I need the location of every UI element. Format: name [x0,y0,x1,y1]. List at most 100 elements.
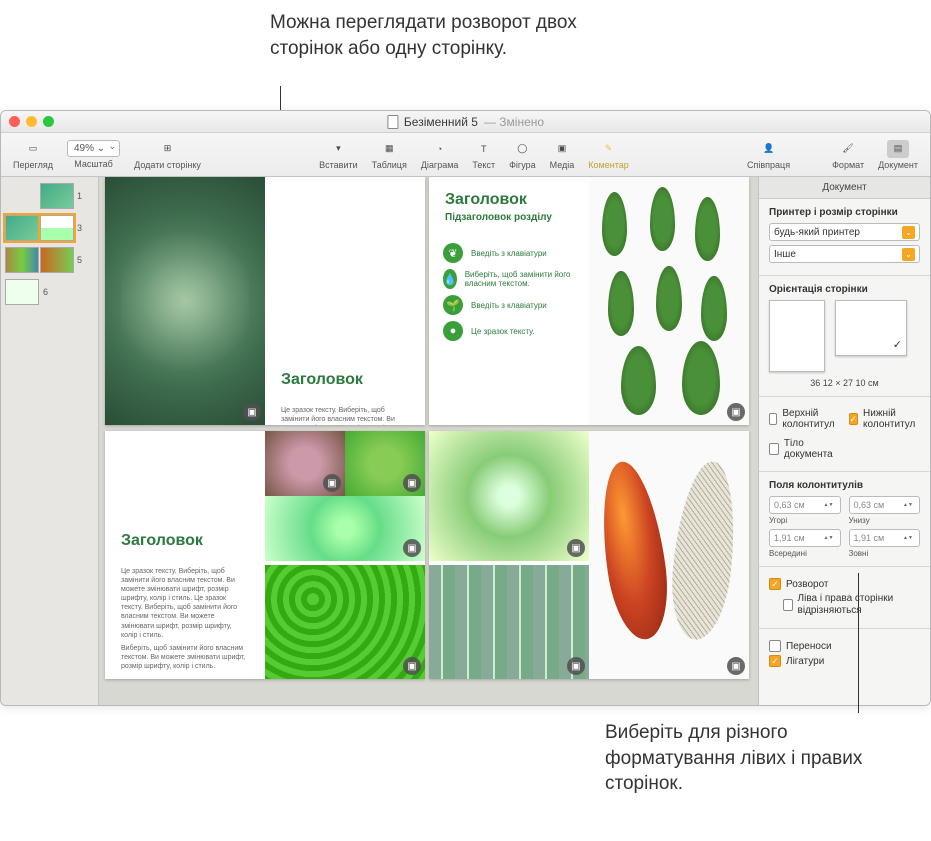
image-badge-icon[interactable]: ▣ [567,657,585,675]
select-value: Інше [774,249,796,260]
titlebar: Безіменний 5 — Змінено [1,111,930,133]
margin-bottom-input[interactable]: 0,63 см▲▼ [849,496,921,514]
text-icon: T [473,140,495,158]
checkbox-icon [769,443,779,455]
thumb-row-4[interactable]: 6 [5,279,94,305]
thumb-num: 1 [77,191,82,201]
image-badge-icon[interactable]: ▣ [727,403,745,421]
sublabel: Унизу [849,516,921,525]
heading[interactable]: Заголовок [445,191,573,209]
thumb-row-2[interactable]: 3 [5,215,94,241]
bullet-item[interactable]: ●Це зразок тексту. [443,321,575,341]
sprout-icon: 🌱 [443,295,463,315]
image-badge-icon[interactable]: ▣ [403,539,421,557]
two-leaves-image[interactable]: ▣ [589,431,749,679]
thumb-1[interactable] [40,183,74,209]
document-button[interactable]: ▤Документ [872,138,924,172]
body-text[interactable]: Це зразок тексту. Виберіть, щоб замінити… [105,567,265,640]
chart-button[interactable]: ◔Діаграма [415,138,465,172]
bullet-text: Введіть з клавіатури [471,249,547,258]
body-text[interactable]: Це зразок тексту. Виберіть, щоб замінити… [265,406,425,425]
thumb-6[interactable] [5,279,39,305]
value: 1,91 см [774,533,805,543]
inspector-tab-document[interactable]: Документ [759,177,930,199]
printer-select[interactable]: будь-який принтер ⌄ [769,223,920,241]
checkbox-icon: ✓ [769,578,781,590]
sublabel: Угорі [769,516,841,525]
page-spread-right-2[interactable]: ▣ ▣ ▣ [429,431,749,679]
orientation-portrait[interactable] [769,300,825,372]
add-page-button[interactable]: ⊞ Додати сторінку [128,138,207,172]
minimize-icon[interactable] [26,116,37,127]
leaves-image[interactable]: ▣ [589,177,749,425]
hyphenation-checkbox[interactable]: Переноси [769,640,920,652]
bullet-item[interactable]: 💧Виберіть, щоб замінити його власним тек… [443,269,575,289]
stepper-icon[interactable]: ▲▼ [903,536,915,541]
stepper-icon[interactable]: ▲▼ [824,503,836,508]
margin-top-input[interactable]: 0,63 см▲▼ [769,496,841,514]
bullet-text: Виберіть, щоб замінити його власним текс… [465,270,575,288]
thumb-row-1[interactable]: 1 [5,183,94,209]
page-spread-left-1[interactable]: ▣ Заголовок Це зразок тексту. Виберіть, … [105,177,425,425]
leaf-icon: ❦ [443,243,463,263]
canvas[interactable]: ▣ Заголовок Це зразок тексту. Виберіть, … [99,177,758,705]
callout-line [858,573,859,713]
view-button[interactable]: ▭ Перегляд [7,138,59,172]
bullet-item[interactable]: 🌱Введіть з клавіатури [443,295,575,315]
thumb-5[interactable] [40,247,74,273]
thumb-3[interactable] [40,215,74,241]
zoom-select[interactable]: 49% ⌄ Масштаб [61,138,126,172]
thumb-4[interactable] [5,247,39,273]
checkbox-icon [769,640,781,652]
image-badge-icon[interactable]: ▣ [727,657,745,675]
succulent-top-image[interactable]: ▣ [429,431,589,561]
heading[interactable]: Заголовок [121,532,249,550]
label: Розворот [786,579,829,590]
heading[interactable]: Заголовок [281,371,409,389]
image-badge-icon[interactable]: ▣ [243,403,261,421]
stepper-icon[interactable]: ▲▼ [903,503,915,508]
shape-button[interactable]: ◯Фігура [503,138,542,172]
page-size-select[interactable]: Інше ⌄ [769,245,920,263]
footer-checkbox[interactable]: ✓Нижній колонтитул [849,408,921,430]
media-button[interactable]: ▣Медіа [544,138,581,172]
ligatures-checkbox[interactable]: ✓Лігатури [769,655,920,667]
zoom-label: Масштаб [74,159,113,169]
bullet-item[interactable]: ❦ Введіть з клавіатури [443,243,575,263]
left-right-differ-checkbox[interactable]: Ліва і права сторінки відрізняються [769,593,920,617]
succulent-image[interactable]: ▣ [105,177,265,425]
close-icon[interactable] [9,116,20,127]
header-checkbox[interactable]: Верхній колонтитул [769,408,841,430]
text-button[interactable]: TТекст [466,138,501,172]
page-spread-right-1[interactable]: Заголовок Підзаголовок розділу ❦ Введіть … [429,177,749,425]
label: Коментар [588,160,628,170]
body-text[interactable]: Виберіть, щоб замінити його власним текс… [105,644,265,671]
orientation-landscape[interactable]: ✓ [835,300,907,356]
image-badge-icon[interactable]: ▣ [403,474,421,492]
section-label: Орієнтація сторінки [769,284,920,295]
flower-grid[interactable]: ▣ ▣ ▣ [265,431,425,561]
stepper-icon[interactable]: ▲▼ [824,536,836,541]
image-badge-icon[interactable]: ▣ [403,657,421,675]
insert-button[interactable]: ▾Вставити [313,138,364,172]
image-badge-icon[interactable]: ▣ [323,474,341,492]
label: Фігура [509,160,536,170]
view-label: Перегляд [13,160,53,170]
spread-checkbox[interactable]: ✓ Розворот [769,578,920,590]
table-button[interactable]: ▦Таблиця [366,138,413,172]
comment-button[interactable]: ✎Коментар [582,138,634,172]
subheading[interactable]: Підзаголовок розділу [445,212,573,223]
image-badge-icon[interactable]: ▣ [567,539,585,557]
bamboo-image[interactable]: ▣ [429,565,589,679]
macro-image[interactable]: ▣ [265,565,425,679]
page-spread-left-2[interactable]: ▣ ▣ ▣ Заголовок Це зразок тексту. Вибері… [105,431,425,679]
body-checkbox[interactable]: Тіло документа [769,438,841,460]
media-icon: ▣ [551,140,573,158]
thumb-row-3[interactable]: 5 [5,247,94,273]
format-button[interactable]: 🖌Формат [826,138,870,172]
margin-outside-input[interactable]: 1,91 см▲▼ [849,529,921,547]
thumb-2[interactable] [5,215,39,241]
collab-button[interactable]: 👤Співпраця [741,138,796,172]
margin-inside-input[interactable]: 1,91 см ▲▼ [769,529,841,547]
maximize-icon[interactable] [43,116,54,127]
